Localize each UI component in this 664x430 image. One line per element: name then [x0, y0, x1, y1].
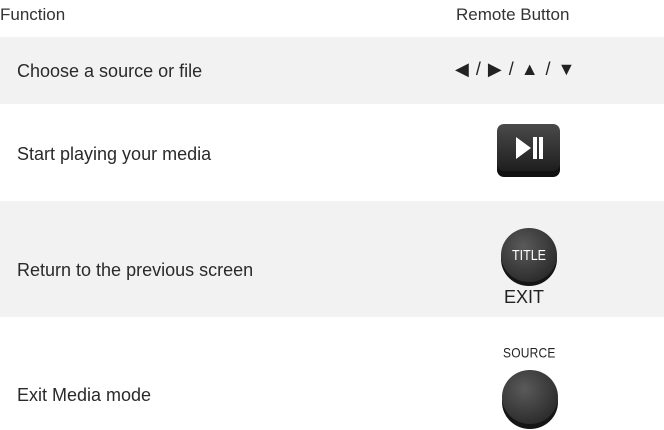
- svg-text:TITLE: TITLE: [512, 247, 546, 264]
- table-header: Function Remote Button: [0, 0, 664, 36]
- function-text: Exit Media mode: [17, 385, 152, 405]
- table-row: Return to the previous screen TITLE EXIT: [0, 201, 664, 317]
- play-pause-icon: [497, 124, 560, 177]
- table-row: Choose a source or file ◀ / ▶ / ▲ / ▼: [0, 37, 664, 104]
- header-remote-button: Remote Button: [456, 5, 570, 24]
- function-text: Choose a source or file: [17, 61, 203, 81]
- table-row: Exit Media mode SOURCE: [0, 317, 664, 429]
- function-text: Start playing your media: [17, 144, 212, 164]
- source-label: SOURCE: [503, 344, 556, 362]
- source-button-icon: [502, 370, 558, 429]
- function-text: Return to the previous screen: [17, 260, 254, 280]
- header-function: Function: [0, 5, 66, 24]
- exit-label: EXIT: [504, 287, 545, 307]
- title-button-icon: TITLE: [501, 228, 557, 286]
- arrow-keys-icon: ◀ / ▶ / ▲ / ▼: [455, 59, 577, 79]
- table-row: Start playing your media: [0, 104, 664, 201]
